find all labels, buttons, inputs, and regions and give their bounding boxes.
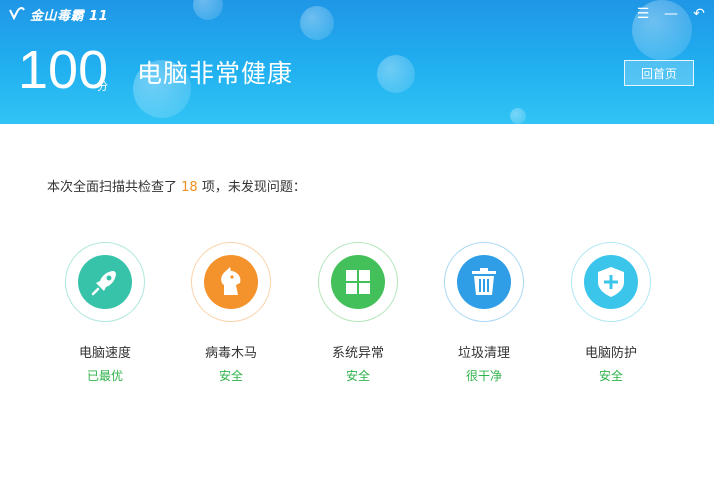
title-bar[interactable]: 金山毒霸 11 ☰ — ↶ bbox=[0, 0, 714, 28]
status-title: 电脑非常健康 bbox=[137, 59, 294, 88]
item-ring bbox=[318, 242, 398, 322]
shield-icon bbox=[598, 267, 624, 297]
summary-suffix: 项，未发现问题： bbox=[197, 180, 306, 195]
score-unit: 分 bbox=[97, 80, 108, 93]
app-title: 金山毒霸 11 bbox=[30, 9, 109, 24]
item-name: 垃圾清理 bbox=[457, 346, 510, 361]
menu-button[interactable]: ☰ bbox=[632, 3, 654, 25]
item-status: 安全 bbox=[218, 369, 243, 383]
item-ring bbox=[191, 242, 271, 322]
rocket-icon bbox=[91, 271, 116, 296]
item-ring bbox=[571, 242, 651, 322]
check-item-speed[interactable]: 电脑速度 已最优 bbox=[50, 242, 160, 384]
item-disc bbox=[331, 255, 385, 309]
app-window: 金山毒霸 11 ☰ — ↶ 100 分 电脑非常健康 回首页 本次全面扫描共检查… bbox=[0, 0, 714, 500]
item-status: 很干净 bbox=[465, 369, 502, 383]
item-status: 已最优 bbox=[86, 369, 123, 383]
minimize-button[interactable]: — bbox=[660, 3, 682, 25]
health-score: 100 bbox=[18, 40, 109, 100]
back-button[interactable]: ↶ bbox=[688, 3, 710, 25]
item-disc bbox=[457, 255, 511, 309]
item-name: 电脑防护 bbox=[584, 346, 637, 361]
check-item-protection[interactable]: 电脑防护 安全 bbox=[556, 242, 666, 384]
check-item-virus[interactable]: 病毒木马 安全 bbox=[176, 242, 286, 384]
windows-icon bbox=[346, 270, 370, 294]
summary-prefix: 本次全面扫描共检查了 bbox=[47, 180, 182, 195]
item-disc bbox=[78, 255, 132, 309]
item-ring bbox=[444, 242, 524, 322]
trojan-horse-icon bbox=[221, 267, 241, 295]
item-status: 安全 bbox=[598, 369, 623, 383]
header-banner: 金山毒霸 11 ☰ — ↶ 100 分 电脑非常健康 回首页 bbox=[0, 0, 714, 124]
item-disc bbox=[204, 255, 258, 309]
item-ring bbox=[65, 242, 145, 322]
decor-bubble bbox=[510, 108, 526, 124]
trash-icon bbox=[472, 268, 496, 295]
item-name: 系统异常 bbox=[331, 346, 384, 361]
home-button[interactable]: 回首页 bbox=[624, 60, 694, 86]
item-name: 电脑速度 bbox=[78, 346, 131, 361]
check-item-system[interactable]: 系统异常 安全 bbox=[303, 242, 413, 384]
item-status: 安全 bbox=[345, 369, 370, 383]
app-logo-icon bbox=[9, 7, 25, 21]
item-disc bbox=[584, 255, 638, 309]
scan-summary: 本次全面扫描共检查了 18 项，未发现问题： bbox=[47, 176, 306, 195]
item-name: 病毒木马 bbox=[204, 346, 257, 361]
checked-count: 18 bbox=[181, 180, 198, 195]
check-item-junk[interactable]: 垃圾清理 很干净 bbox=[429, 242, 539, 384]
decor-bubble bbox=[377, 55, 415, 93]
